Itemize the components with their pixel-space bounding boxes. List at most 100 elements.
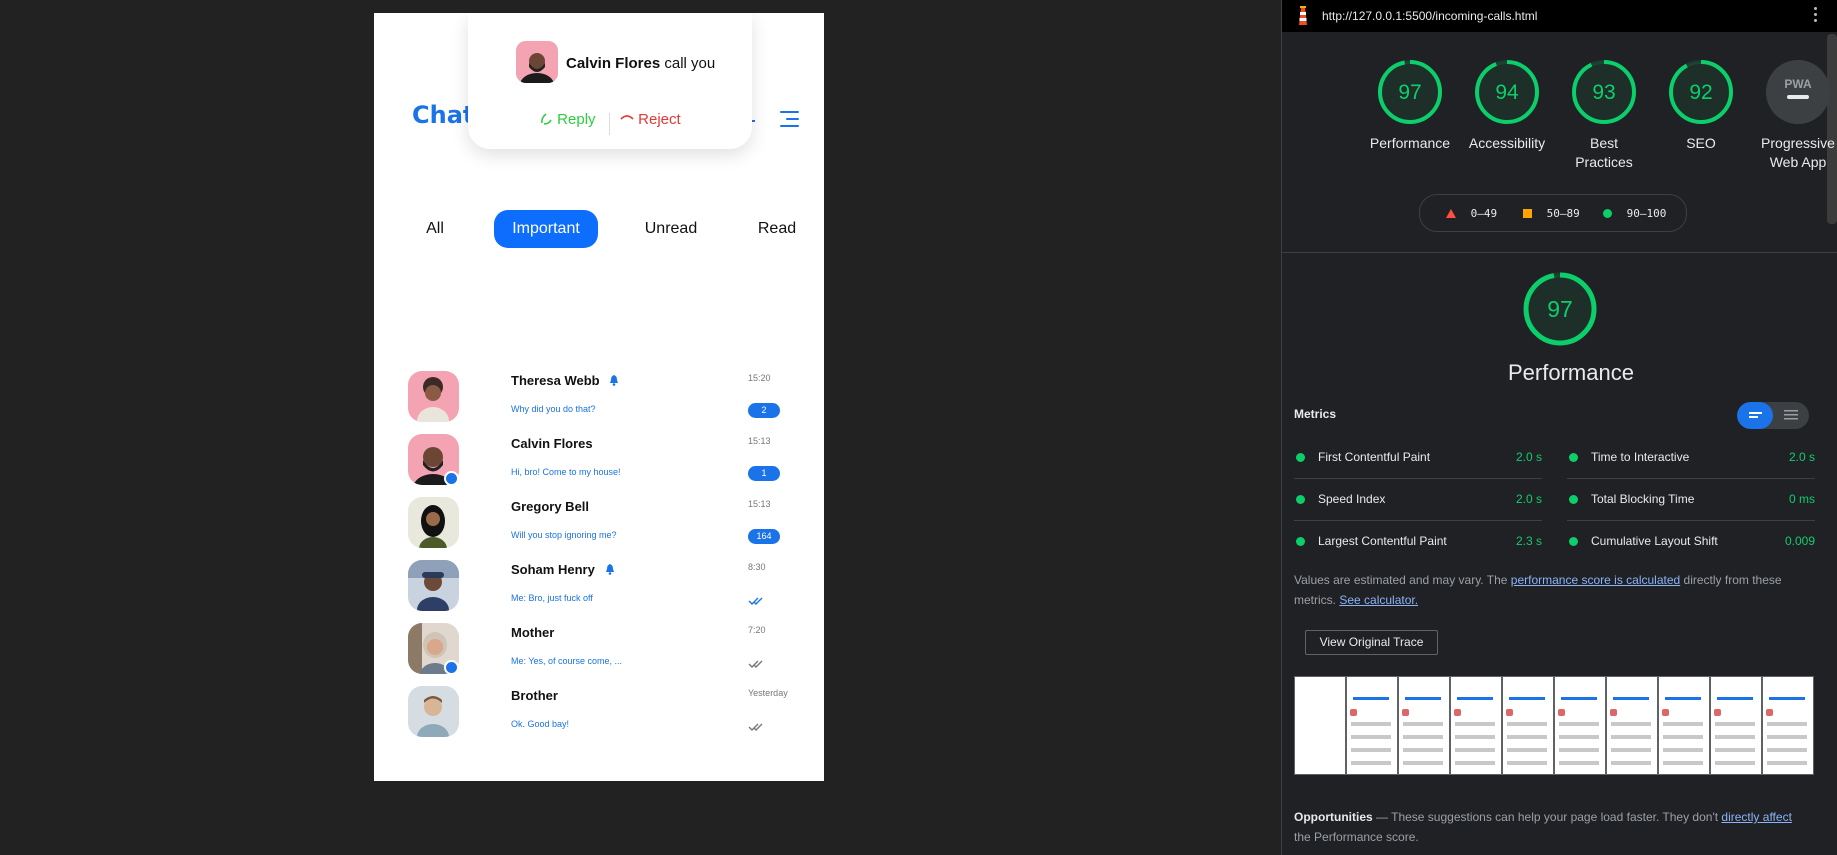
perf-title: Performance <box>1508 360 1634 385</box>
chat-row[interactable]: Brother Ok. Good bay! Yesterday <box>374 686 824 749</box>
tab-all[interactable]: All <box>410 210 460 248</box>
reject-label: Reject <box>638 111 681 128</box>
square-icon <box>1523 209 1532 218</box>
divider <box>1282 252 1837 253</box>
avatar <box>408 371 459 422</box>
toggle-compact[interactable] <box>1737 402 1773 429</box>
metric-tbt: Total Blocking Time 0 ms <box>1567 479 1815 521</box>
last-message: Why did you do that? <box>511 404 596 414</box>
online-indicator <box>444 471 459 486</box>
last-message: Me: Bro, just fuck off <box>511 593 593 603</box>
tab-label: Important <box>512 220 580 237</box>
filmstrip-frame <box>1398 676 1450 775</box>
list-compact-icon <box>1749 412 1762 418</box>
chat-row[interactable]: Gregory Bell Will you stop ignoring me? … <box>374 497 824 560</box>
view-trace-button[interactable]: View Original Trace <box>1305 630 1438 655</box>
legend-fail: 0–49 <box>1446 207 1497 220</box>
bell-icon <box>606 564 614 575</box>
message-time: 15:13 <box>748 436 771 446</box>
legend-fail-label: 0–49 <box>1470 207 1498 220</box>
reject-button[interactable]: Reject <box>620 111 681 128</box>
directly-affect-link[interactable]: directly affect <box>1721 810 1791 824</box>
chat-row[interactable]: Mother Me: Yes, of course come, ... 7:20 <box>374 623 824 686</box>
message-time: 15:20 <box>748 373 771 383</box>
metric-lcp: Largest Contentful Paint 2.3 s <box>1294 521 1542 562</box>
gauge-seo[interactable]: 92 SEO <box>1651 58 1751 153</box>
metric-cls: Cumulative Layout Shift 0.009 <box>1567 521 1815 562</box>
contact-name: Calvin Flores <box>511 436 593 451</box>
hang-up-icon <box>620 115 634 120</box>
tab-unread[interactable]: Unread <box>626 210 716 248</box>
gauge-label: Accessibility <box>1468 135 1546 151</box>
tab-label: Read <box>757 220 797 237</box>
metric-value: 2.3 s <box>1515 534 1542 548</box>
score-ring: 97 <box>1378 60 1442 124</box>
message-time: 7:20 <box>748 625 766 635</box>
call-divider <box>609 113 610 135</box>
metrics-title: Metrics <box>1294 407 1337 421</box>
legend-average-label: 50–89 <box>1546 207 1580 220</box>
unread-badge: 1 <box>748 466 780 481</box>
filmstrip-frame <box>1658 676 1710 775</box>
metric-tti: Time to Interactive 2.0 s <box>1567 437 1815 479</box>
incoming-call-popup: Calvin Flores call you Reply Reject <box>468 13 752 149</box>
opportunities-text: — These suggestions can help your page l… <box>1372 810 1722 824</box>
chat-row[interactable]: Theresa Webb Why did you do that? 15:20 … <box>374 371 824 434</box>
double-check-icon <box>748 660 763 668</box>
gauge-best-practices[interactable]: 93 Best Practices <box>1554 58 1654 172</box>
chat-row[interactable]: Soham Henry Me: Bro, just fuck off 8:30 <box>374 560 824 623</box>
pass-dot <box>1569 537 1578 546</box>
menu-icon[interactable] <box>780 111 799 127</box>
pass-dot <box>1296 495 1305 504</box>
metric-name: Cumulative Layout Shift <box>1591 534 1718 548</box>
filmstrip-frame <box>1346 676 1398 775</box>
filmstrip-frame <box>1762 676 1814 775</box>
metrics-note: Values are estimated and may vary. The p… <box>1294 570 1814 610</box>
contact-name: Mother <box>511 625 555 640</box>
filmstrip-frame <box>1710 676 1762 775</box>
opportunities-tail: the Performance score. <box>1294 830 1419 844</box>
message-time: 15:13 <box>748 499 771 509</box>
metrics-view-toggle[interactable] <box>1737 402 1809 429</box>
reply-button[interactable]: Reply <box>540 111 596 128</box>
gauge-pwa[interactable]: PWA Progressive Web App <box>1748 58 1837 172</box>
call-suffix: call you <box>660 55 716 72</box>
gauge-accessibility[interactable]: 94 Accessibility <box>1457 58 1557 153</box>
lighthouse-icon <box>1299 6 1307 25</box>
unread-badge: 2 <box>748 403 780 418</box>
app-preview: Chati Calvin Flores call you Reply Rejec… <box>374 13 824 781</box>
score-calc-link[interactable]: performance score is calculated <box>1511 573 1680 587</box>
avatar <box>408 686 459 737</box>
pass-dot <box>1296 453 1305 462</box>
unread-badge: 164 <box>748 529 780 544</box>
caller-avatar <box>516 41 558 83</box>
metric-si: Speed Index 2.0 s <box>1294 479 1542 521</box>
gauge-label: Progressive Web App <box>1761 135 1835 170</box>
gauge-score: 97 <box>1398 81 1421 104</box>
chat-row[interactable]: Calvin Flores Hi, bro! Come to my house!… <box>374 434 824 497</box>
pass-dot <box>1296 537 1305 546</box>
toggle-expanded[interactable] <box>1773 402 1809 429</box>
metric-value: 2.0 s <box>1788 450 1815 464</box>
tab-read[interactable]: Read <box>742 210 812 248</box>
metric-fcp: First Contentful Paint 2.0 s <box>1294 437 1542 479</box>
score-ring: 93 <box>1572 60 1636 124</box>
gauge-score: 93 <box>1592 81 1615 104</box>
tab-label: Unread <box>644 220 698 237</box>
last-message: Hi, bro! Come to my house! <box>511 467 621 477</box>
filter-tabs: All Important Unread Read <box>374 210 824 250</box>
gauge-label: Best Practices <box>1575 135 1633 170</box>
pwa-badge-text: PWA <box>1784 77 1812 91</box>
filmstrip <box>1294 676 1816 775</box>
metric-name: Time to Interactive <box>1591 450 1690 464</box>
more-options-icon[interactable] <box>1814 7 1818 25</box>
report-url[interactable]: http://127.0.0.1:5500/incoming-calls.htm… <box>1322 9 1537 23</box>
call-text: Calvin Flores call you <box>566 55 715 72</box>
metric-name: Speed Index <box>1318 492 1386 506</box>
perf-score: 97 <box>1547 296 1573 322</box>
caller-name: Calvin Flores <box>566 55 661 72</box>
tab-important[interactable]: Important <box>494 210 598 248</box>
avatar <box>408 497 459 548</box>
calculator-link[interactable]: See calculator. <box>1339 593 1418 607</box>
gauge-performance[interactable]: 97 Performance <box>1360 58 1460 153</box>
